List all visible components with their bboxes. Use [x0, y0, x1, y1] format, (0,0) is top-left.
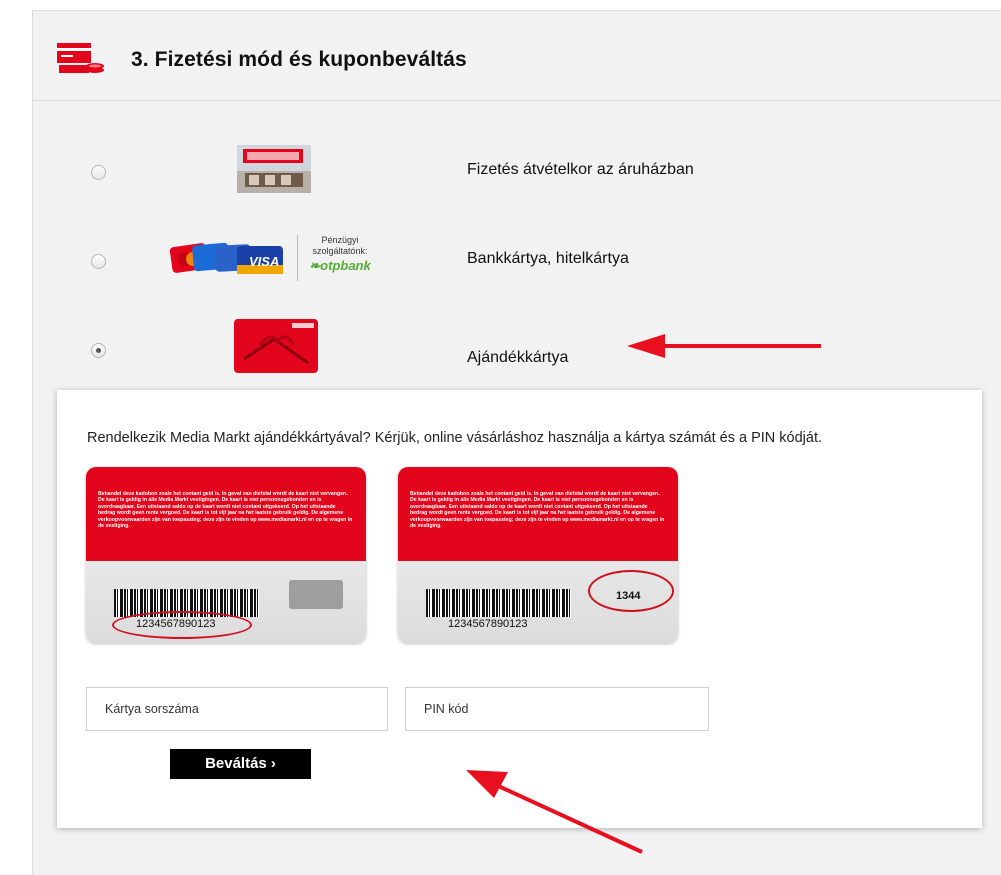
- card-number-example-back: 1234567890123: [448, 618, 528, 630]
- gift-card-logo: [234, 319, 318, 373]
- otp-bank-name: otpbank: [320, 258, 371, 273]
- option-label-bank-card: Bankkártya, hitelkártya: [467, 250, 629, 267]
- section-title: 3. Fizetési mód és kuponbeváltás: [131, 48, 467, 71]
- otp-leaf-icon: ❧: [309, 258, 321, 273]
- barcode-back: [426, 589, 571, 617]
- visa-label: VISA: [249, 254, 280, 269]
- bank-cards-logo: VISA Pénzügyi szolgáltatónk: ❧otpbank: [169, 229, 377, 287]
- scratch-area: [289, 580, 343, 609]
- option-label-store: Fizetés átvételkor az áruházban: [467, 161, 694, 178]
- partner-line-2: szolgáltatónk:: [312, 246, 368, 256]
- radio-gift-card[interactable]: [91, 343, 106, 358]
- payment-option-gift-card[interactable]: Ajándékkártya: [33, 314, 1001, 384]
- pin-input[interactable]: [406, 688, 708, 730]
- card-number-highlight: [112, 611, 252, 639]
- store-logo: [237, 145, 311, 193]
- gift-card-front-example: Behandel deze kadobon zoals het contant …: [86, 467, 366, 643]
- card-number-input[interactable]: [87, 688, 387, 730]
- pin-field[interactable]: [405, 687, 709, 731]
- pin-highlight: [588, 570, 674, 612]
- annotation-arrow-up-left: [466, 770, 643, 854]
- card-fine-print-back: Behandel deze kadobon zoals het contant …: [410, 491, 665, 530]
- redeem-button[interactable]: Beváltás ›: [170, 749, 311, 779]
- card-fine-print: Behandel deze kadobon zoals het contant …: [98, 491, 353, 530]
- payment-icon: [57, 43, 104, 73]
- payment-option-store[interactable]: Fizetés átvételkor az áruházban: [33, 136, 1001, 206]
- gift-card-back-example: Behandel deze kadobon zoals het contant …: [398, 467, 678, 643]
- card-number-field[interactable]: [86, 687, 388, 731]
- partner-line-1: Pénzügyi: [321, 235, 359, 245]
- annotation-arrow-right: [627, 334, 821, 358]
- section-header: 3. Fizetési mód és kuponbeváltás: [33, 11, 1001, 101]
- option-label-gift-card: Ajándékkártya: [467, 349, 569, 366]
- radio-bank-card[interactable]: [91, 254, 106, 269]
- gift-card-description: Rendelkezik Media Markt ajándékkártyával…: [87, 430, 823, 446]
- payment-option-bank-card[interactable]: VISA Pénzügyi szolgáltatónk: ❧otpbank Ba…: [33, 225, 1001, 295]
- radio-store[interactable]: [91, 165, 106, 180]
